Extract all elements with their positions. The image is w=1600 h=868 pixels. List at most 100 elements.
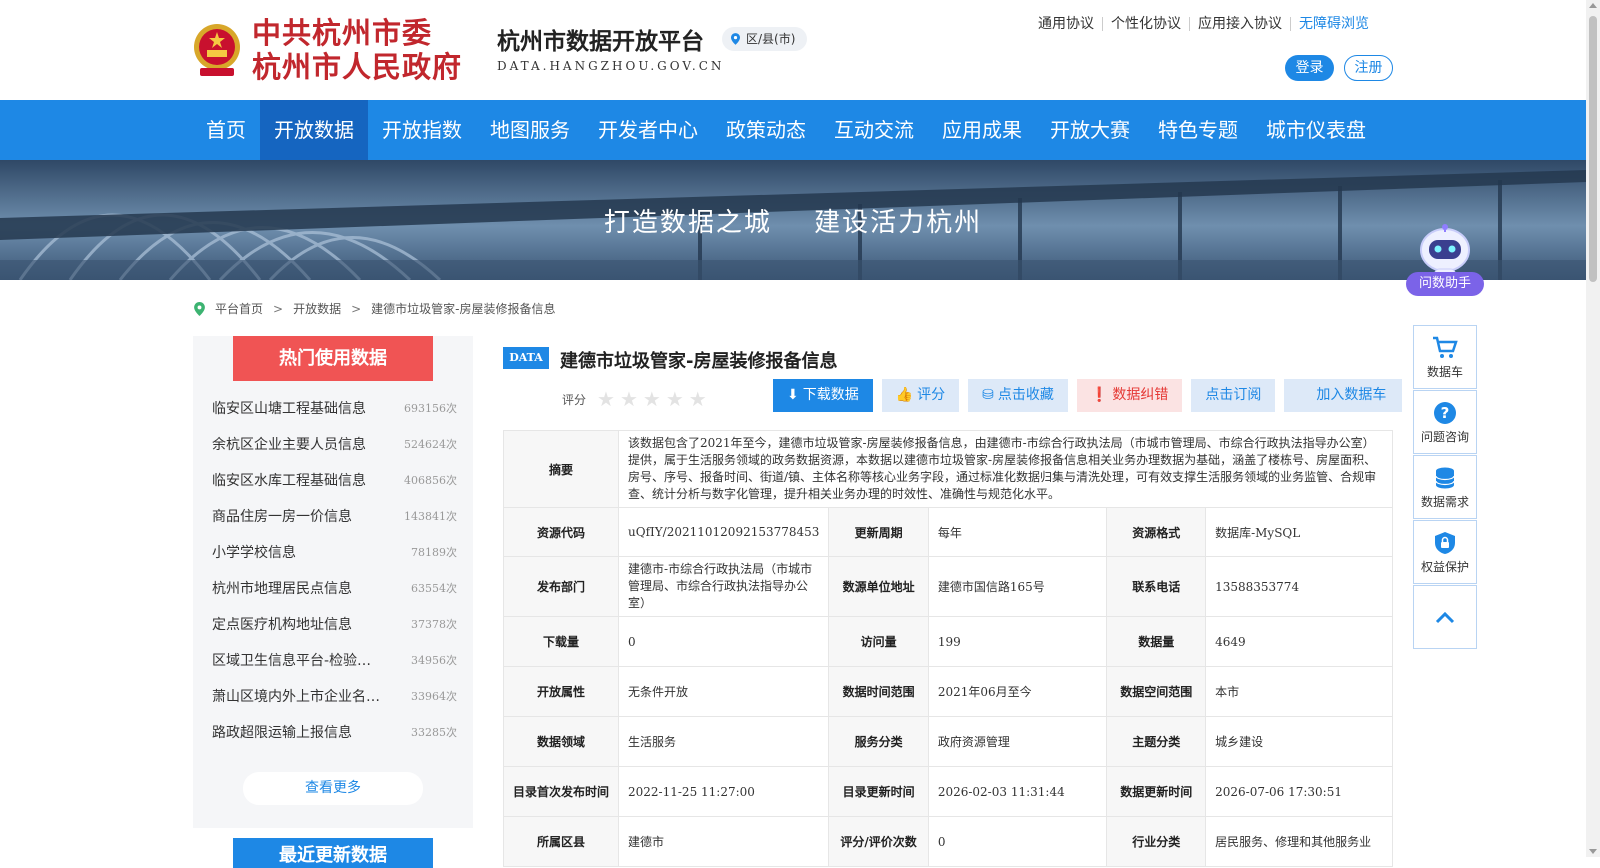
link-personal-agreement[interactable]: 个性化协议 xyxy=(1102,17,1189,31)
item-name[interactable]: 区域卫生信息平台-检验… xyxy=(212,650,371,670)
float-data-demand[interactable]: 数据需求 xyxy=(1413,455,1477,519)
rate-button[interactable]: 👍 评分 xyxy=(881,379,960,412)
gov-name: 中共杭州市委 杭州市人民政府 xyxy=(252,16,462,84)
top-links: 通用协议 个性化协议 应用接入协议 无障碍浏览 xyxy=(1030,17,1377,31)
nav-open-index[interactable]: 开放指数 xyxy=(368,100,476,160)
list-item[interactable]: 商品住房一房一价信息 143841次 xyxy=(212,498,457,534)
item-name[interactable]: 余杭区企业主要人员信息 xyxy=(212,434,366,454)
slogan-left: 打造数据之城 xyxy=(603,208,772,238)
link-app-access-agreement[interactable]: 应用接入协议 xyxy=(1189,17,1290,31)
item-count: 143841次 xyxy=(404,510,457,523)
float-rights-protection[interactable]: 权益保护 xyxy=(1413,520,1477,584)
platform-title[interactable]: 杭州市数据开放平台 xyxy=(497,22,704,56)
cell-label: 行业分类 xyxy=(1106,816,1207,867)
sidebar: 热门使用数据 临安区山塘工程基础信息 693156次 余杭区企业主要人员信息 524… xyxy=(193,336,473,828)
nav-city-dashboard[interactable]: 城市仪表盘 xyxy=(1252,100,1380,160)
cell-value: 数据库-MySQL xyxy=(1205,507,1393,557)
add-to-cart-button[interactable]: 加入数据车 xyxy=(1284,379,1403,412)
download-button[interactable]: ⬇ 下载数据 xyxy=(773,379,873,412)
item-name[interactable]: 路政超限运输上报信息 xyxy=(212,722,352,742)
subscribe-button[interactable]: 点击订阅 xyxy=(1191,379,1276,412)
main-nav: 首页 开放数据 开放指数 地图服务 开发者中心 政策动态 互动交流 应用成果 开… xyxy=(0,100,1586,160)
nav-home[interactable]: 首页 xyxy=(192,100,260,160)
favorite-label: 点击收藏 xyxy=(997,387,1054,403)
cell-label: 数据空间范围 xyxy=(1106,666,1207,717)
item-name[interactable]: 临安区水库工程基础信息 xyxy=(212,470,366,490)
register-button[interactable]: 注册 xyxy=(1344,55,1393,81)
cart-icon xyxy=(1433,336,1458,358)
float-question[interactable]: ? 问题咨询 xyxy=(1413,390,1477,454)
item-count: 524624次 xyxy=(404,438,457,451)
cell-value: 建德市-市综合行政执法局（市城市管理局、市综合行政执法指导办公室） xyxy=(618,556,830,617)
favorite-icon: ⛁ xyxy=(982,387,994,403)
star-icon[interactable]: ★ xyxy=(689,387,707,411)
dataset-info-table: 摘要 该数据包含了2021年至今，建德市垃圾管家-房屋装修报备信息，由建德市-市… xyxy=(502,430,1393,867)
slogan-right: 建设活力杭州 xyxy=(814,208,983,238)
cell-value: 居民服务、修理和其他服务业 xyxy=(1205,816,1393,867)
nav-map-service[interactable]: 地图服务 xyxy=(476,100,584,160)
cell-value: 13588353774 xyxy=(1205,556,1393,617)
item-name[interactable]: 萧山区境内外上市企业名… xyxy=(212,686,380,706)
list-item[interactable]: 余杭区企业主要人员信息 524624次 xyxy=(212,426,457,462)
cell-value: 199 xyxy=(927,616,1108,667)
dataset-title: 建德市垃圾管家-房屋装修报备信息 xyxy=(560,351,838,372)
national-emblem-icon xyxy=(194,24,240,76)
cell-label: 发布部门 xyxy=(502,556,620,617)
scroll-down-arrow-icon[interactable] xyxy=(1589,849,1597,854)
nav-developer-center[interactable]: 开发者中心 xyxy=(584,100,712,160)
link-general-agreement[interactable]: 通用协议 xyxy=(1030,17,1102,31)
item-count: 78189次 xyxy=(411,546,457,559)
item-name[interactable]: 定点医疗机构地址信息 xyxy=(212,614,352,634)
item-name[interactable]: 小学学校信息 xyxy=(212,542,296,562)
list-item[interactable]: 定点医疗机构地址信息 37378次 xyxy=(212,606,457,642)
list-item[interactable]: 临安区水库工程基础信息 406856次 xyxy=(212,462,457,498)
favorite-button[interactable]: ⛁ 点击收藏 xyxy=(968,379,1068,412)
float-label: 数据车 xyxy=(1426,365,1463,379)
region-label: 区/县(市) xyxy=(746,32,796,46)
star-icon[interactable]: ★ xyxy=(597,387,615,411)
float-label: 数据需求 xyxy=(1420,495,1469,509)
breadcrumb-open-data[interactable]: 开放数据 xyxy=(293,300,341,317)
cell-value: 建德市 xyxy=(618,816,830,867)
nav-app-results[interactable]: 应用成果 xyxy=(928,100,1036,160)
list-item[interactable]: 杭州市地理居民点信息 63554次 xyxy=(212,570,457,606)
item-name[interactable]: 临安区山塘工程基础信息 xyxy=(212,398,366,418)
nav-open-data[interactable]: 开放数据 xyxy=(260,100,368,160)
back-to-top-button[interactable] xyxy=(1413,585,1477,649)
region-selector[interactable]: 区/县(市) xyxy=(722,27,808,51)
scroll-up-arrow-icon[interactable] xyxy=(1589,3,1597,8)
link-accessibility[interactable]: 无障碍浏览 xyxy=(1290,17,1377,31)
database-icon xyxy=(1435,467,1455,489)
assistant-label[interactable]: 问数助手 xyxy=(1406,272,1484,296)
cell-value: 政府资源管理 xyxy=(927,716,1108,767)
cell-label: 数据时间范围 xyxy=(828,666,929,717)
report-error-button[interactable]: ❗ 数据纠错 xyxy=(1076,379,1183,412)
nav-interaction[interactable]: 互动交流 xyxy=(820,100,928,160)
gov-name-line2: 杭州市人民政府 xyxy=(252,50,463,84)
list-item[interactable]: 小学学校信息 78189次 xyxy=(212,534,457,570)
login-button[interactable]: 登录 xyxy=(1285,55,1334,81)
download-icon: ⬇ xyxy=(787,387,799,403)
breadcrumb: 平台首页 > 开放数据 > 建德市垃圾管家-房屋装修报备信息 xyxy=(194,300,556,317)
star-icon[interactable]: ★ xyxy=(643,387,661,411)
nav-special-topics[interactable]: 特色专题 xyxy=(1144,100,1252,160)
view-more-button[interactable]: 查看更多 xyxy=(243,772,423,805)
item-name[interactable]: 杭州市地理居民点信息 xyxy=(212,578,352,598)
list-item[interactable]: 路政超限运输上报信息 33285次 xyxy=(212,714,457,750)
vertical-scrollbar[interactable] xyxy=(1586,0,1600,857)
star-icon[interactable]: ★ xyxy=(666,387,684,411)
float-data-cart[interactable]: 数据车 xyxy=(1413,325,1477,389)
nav-competition[interactable]: 开放大赛 xyxy=(1036,100,1144,160)
scrollbar-thumb[interactable] xyxy=(1589,16,1597,282)
cell-label: 更新周期 xyxy=(828,507,929,557)
cell-value: 2021年06月至今 xyxy=(927,666,1108,717)
list-item[interactable]: 萧山区境内外上市企业名… 33964次 xyxy=(212,678,457,714)
list-item[interactable]: 区域卫生信息平台-检验… 34956次 xyxy=(212,642,457,678)
breadcrumb-home[interactable]: 平台首页 xyxy=(215,300,263,317)
question-icon: ? xyxy=(1434,402,1456,424)
star-icon[interactable]: ★ xyxy=(620,387,638,411)
nav-policy-news[interactable]: 政策动态 xyxy=(712,100,820,160)
item-name[interactable]: 商品住房一房一价信息 xyxy=(212,506,352,526)
breadcrumb-separator: > xyxy=(351,301,362,316)
list-item[interactable]: 临安区山塘工程基础信息 693156次 xyxy=(212,390,457,426)
